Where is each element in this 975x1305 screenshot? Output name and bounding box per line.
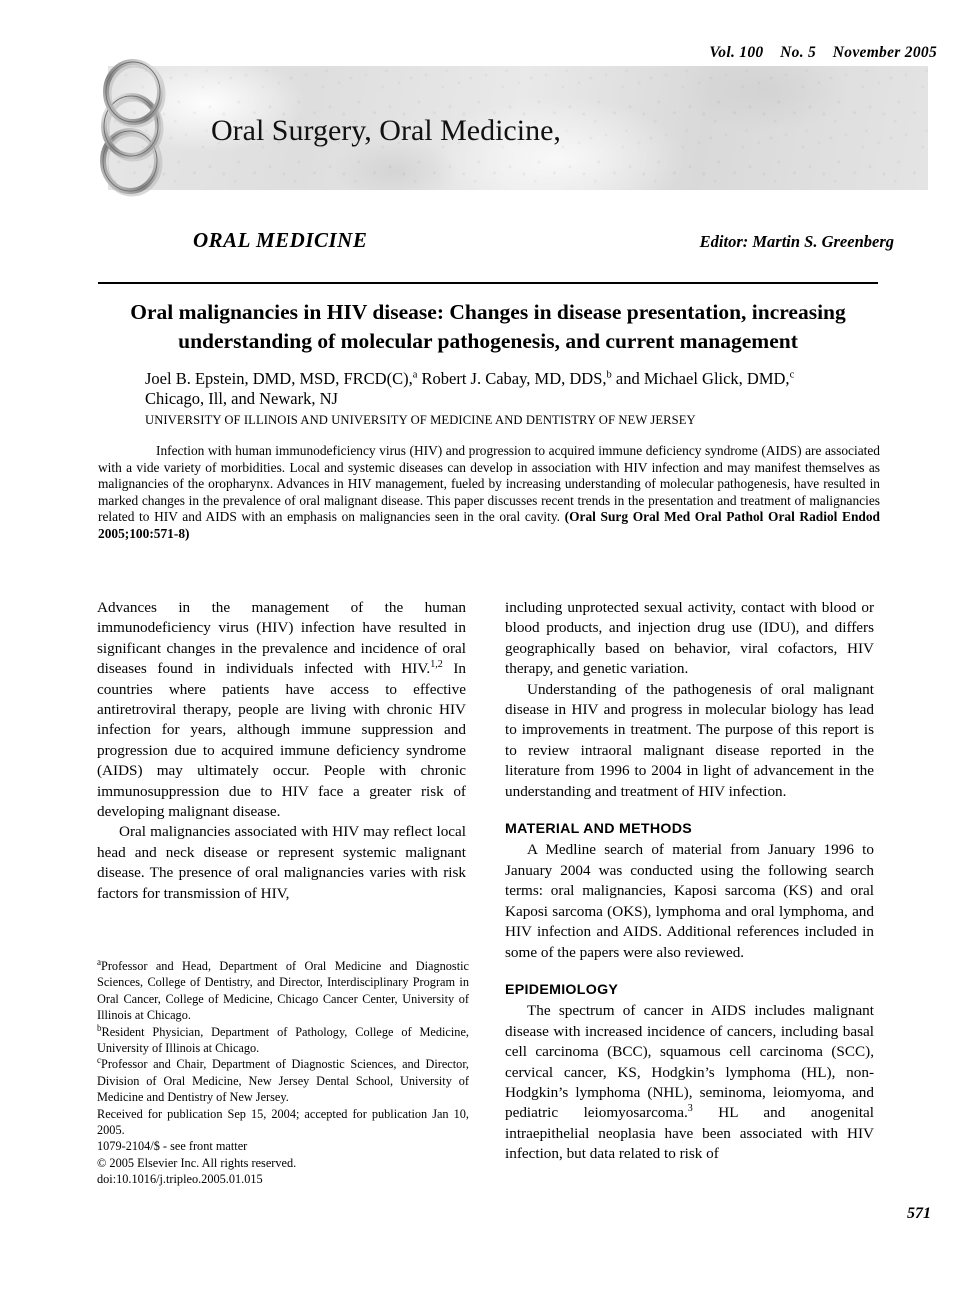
author-cabay: Robert J. Cabay, MD, DDS, [417, 369, 607, 388]
heading-epidemiology: EPIDEMIOLOGY [505, 981, 619, 998]
journal-masthead-title: Oral Surgery, Oral Medicine, Oral Pathol… [166, 74, 649, 190]
author-epstein: Joel B. Epstein, DMD, MSD, FRCD(C), [145, 369, 413, 388]
paragraph-advances: Advances in the management of the human … [97, 598, 466, 822]
body-column-left: Advances in the management of the human … [97, 598, 466, 904]
author-line-1: Joel B. Epstein, DMD, MSD, FRCD(C),a Rob… [145, 369, 865, 389]
footnote-issn: 1079-2104/$ - see front matter [97, 1139, 248, 1154]
footnote-b: bResident Physician, Department of Patho… [97, 1023, 469, 1057]
journal-page: Vol. 100 No. 5 November 2005 Oral Surger… [0, 0, 975, 1305]
heading-material-and-methods: MATERIAL AND METHODS [505, 821, 693, 838]
paragraph-cancer-spectrum: The spectrum of cancer in AIDS includes … [505, 1001, 874, 1164]
paragraph-advances-part-1: Advances in the management of the human … [97, 599, 466, 678]
author-footnote-marker-c: c [789, 369, 795, 381]
author-affiliation: University of Illinois and University of… [145, 413, 696, 427]
footnote-c: cProfessor and Chair, Department of Diag… [97, 1056, 469, 1105]
footnote-c-text: Professor and Chair, Department of Diagn… [97, 1057, 469, 1105]
footnote-copyright: © 2005 Elsevier Inc. All rights reserved… [97, 1155, 297, 1170]
footnote-block: aProfessor and Head, Department of Oral … [97, 957, 469, 1188]
footnote-b-text: Resident Physician, Department of Pathol… [97, 1024, 469, 1056]
paragraph-advances-part-2: In countries where patients have access … [97, 660, 466, 821]
page-title: Oral malignancies in HIV disease: Change… [92, 298, 884, 356]
section-header-row: ORAL MEDICINE Editor: Martin S. Greenber… [108, 228, 898, 253]
body-column-right: including unprotected sexual activity, c… [505, 598, 874, 1165]
paragraph-oral-malignancies: Oral malignancies associated with HIV ma… [97, 823, 466, 902]
three-interlocking-rings-logo [97, 56, 183, 202]
journal-masthead-banner: Oral Surgery, Oral Medicine, Oral Pathol… [108, 66, 928, 190]
paragraph-purpose: Understanding of the pathogenesis of ora… [505, 680, 874, 800]
page-number: 571 [907, 1205, 931, 1222]
masthead-line-1: Oral Surgery, Oral Medicine, [211, 114, 561, 147]
author-glick: and Michael Glick, DMD, [611, 369, 790, 388]
rings-icon [100, 59, 166, 197]
author-block: Joel B. Epstein, DMD, MSD, FRCD(C),a Rob… [145, 369, 865, 430]
footnote-a-text: Professor and Head, Department of Oral M… [97, 959, 469, 1023]
footnote-doi: doi:10.1016/j.tripleo.2005.01.015 [97, 1172, 263, 1187]
article-title-line-1: Oral malignancies in HIV disease: Change… [130, 300, 846, 324]
citation-ref-1-2: 1,2 [430, 659, 443, 671]
section-name: ORAL MEDICINE [193, 228, 368, 252]
volume-issue-date: Vol. 100 No. 5 November 2005 [709, 44, 937, 61]
section-editor: Editor: Martin S. Greenberg [699, 232, 894, 251]
paragraph-risk-factors: including unprotected sexual activity, c… [505, 599, 874, 678]
author-cities: Chicago, Ill, and Newark, NJ [145, 389, 338, 408]
footnote-received-accepted: Received for publication Sep 15, 2004; a… [97, 1106, 469, 1138]
abstract: Infection with human immunodeficiency vi… [98, 443, 880, 543]
article-title-line-2: understanding of molecular pathogenesis,… [178, 329, 798, 353]
horizontal-rule [98, 282, 878, 284]
paragraph-medline-search: A Medline search of material from Januar… [505, 841, 874, 961]
footnote-a: aProfessor and Head, Department of Oral … [97, 957, 469, 1024]
